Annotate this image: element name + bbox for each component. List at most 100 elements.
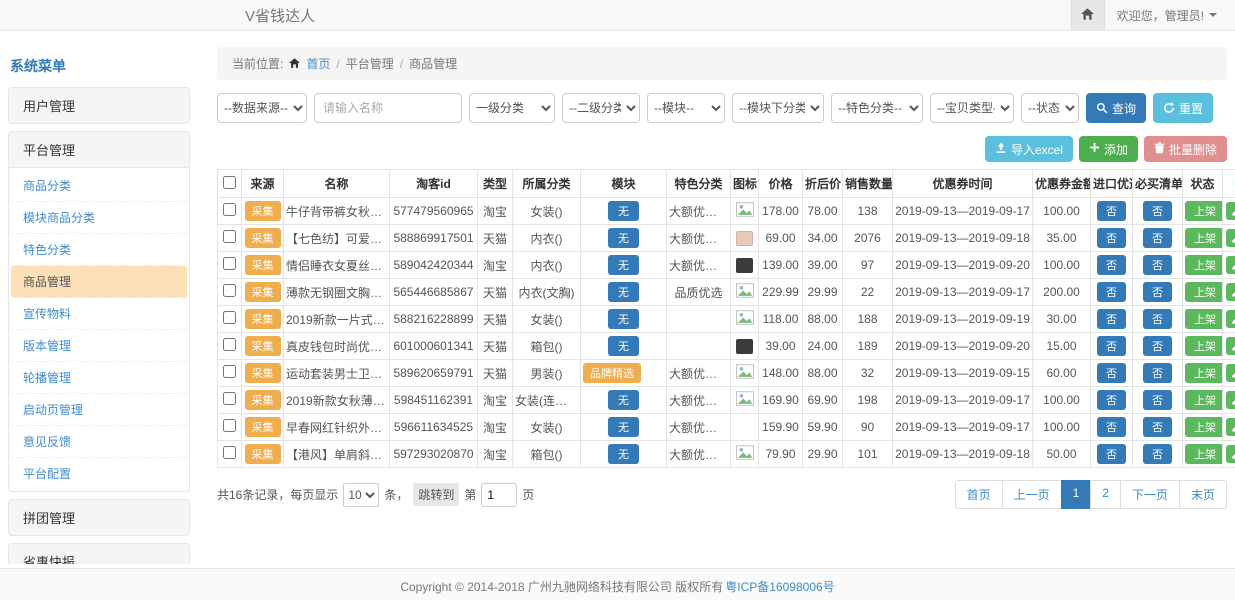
jump-to-button[interactable]: 跳转到 [413,483,459,506]
import-select-toggle[interactable]: 否 [1097,390,1126,410]
sidebar-item-1-5[interactable]: 版本管理 [11,330,187,362]
status-toggle[interactable]: 上架 [1185,201,1223,221]
must-buy-toggle[interactable]: 否 [1143,417,1172,437]
broken-image-icon [736,202,754,217]
page-button-2[interactable]: 1 [1061,480,1092,509]
must-buy-toggle[interactable]: 否 [1143,309,1172,329]
import-select-toggle[interactable]: 否 [1097,417,1126,437]
column-header-7: 图标 [731,170,759,198]
sidebar-item-1-6[interactable]: 轮播管理 [11,362,187,394]
must-buy-toggle[interactable]: 否 [1143,282,1172,302]
import-select-toggle[interactable]: 否 [1097,228,1126,248]
row-checkbox[interactable] [223,284,236,297]
row-checkbox[interactable] [223,338,236,351]
status-toggle[interactable]: 上架 [1185,309,1223,329]
item-type-filter[interactable]: --宝贝类型-- [930,93,1014,123]
sidebar-item-1-3[interactable]: 商品管理 [11,266,187,298]
import-select-toggle[interactable]: 否 [1097,201,1126,221]
feature-category-filter[interactable]: --特色分类-- [831,93,923,123]
status-filter[interactable]: --状态-- [1021,93,1079,123]
sidebar-item-1-8[interactable]: 意见反馈 [11,426,187,458]
row-checkbox[interactable] [223,257,236,270]
edit-button[interactable] [1226,337,1235,355]
module-subcategory-filter[interactable]: --模块下分类-- [732,93,824,123]
status-toggle[interactable]: 上架 [1185,282,1223,302]
edit-button[interactable] [1226,283,1235,301]
page-button-1[interactable]: 上一页 [1002,480,1062,509]
edit-button[interactable] [1226,310,1235,328]
row-checkbox[interactable] [223,419,236,432]
column-header-9: 折后价 [803,170,843,198]
edit-button[interactable] [1226,364,1235,382]
reset-button[interactable]: 重置 [1153,93,1213,123]
sidebar-item-1-0[interactable]: 商品分类 [11,170,187,202]
page-button-0[interactable]: 首页 [955,480,1003,509]
status-toggle[interactable]: 上架 [1185,255,1223,275]
import-excel-button[interactable]: 导入excel [985,136,1073,162]
sidebar-item-1-4[interactable]: 宣传物料 [11,298,187,330]
page-button-3[interactable]: 2 [1090,480,1121,509]
status-toggle[interactable]: 上架 [1185,444,1223,464]
edit-button[interactable] [1226,391,1235,409]
status-toggle[interactable]: 上架 [1185,336,1223,356]
sidebar-section-3[interactable]: 省惠快报 [9,544,189,564]
status-toggle[interactable]: 上架 [1185,417,1223,437]
import-select-toggle[interactable]: 否 [1097,309,1126,329]
level1-category-filter[interactable]: 一级分类 [469,93,555,123]
sidebar-section-2[interactable]: 拼团管理 [9,500,189,535]
import-select-toggle[interactable]: 否 [1097,363,1126,383]
edit-button[interactable] [1226,202,1235,220]
module-filter[interactable]: --模块-- [647,93,725,123]
page-number-input[interactable] [481,483,517,507]
must-buy-toggle[interactable]: 否 [1143,228,1172,248]
must-buy-toggle[interactable]: 否 [1143,444,1172,464]
row-checkbox[interactable] [223,392,236,405]
row-checkbox[interactable] [223,311,236,324]
home-button[interactable] [1071,0,1105,30]
must-buy-toggle[interactable]: 否 [1143,336,1172,356]
must-buy-toggle[interactable]: 否 [1143,201,1172,221]
search-button[interactable]: 查询 [1086,93,1146,123]
coupon-amount: 100.00 [1033,414,1091,441]
must-buy-toggle[interactable]: 否 [1143,390,1172,410]
page-button-5[interactable]: 末页 [1179,480,1227,509]
coupon-amount: 50.00 [1033,441,1091,468]
status-toggle[interactable]: 上架 [1185,363,1223,383]
sidebar-section-0[interactable]: 用户管理 [9,88,189,123]
breadcrumb-home-link[interactable]: 首页 [306,55,330,72]
edit-button[interactable] [1226,418,1235,436]
product-type: 淘宝 [478,387,513,414]
per-page-select[interactable]: 10 [343,483,379,507]
page-button-4[interactable]: 下一页 [1120,480,1180,509]
status-toggle[interactable]: 上架 [1185,228,1223,248]
row-checkbox[interactable] [223,446,236,459]
must-buy-toggle[interactable]: 否 [1143,363,1172,383]
sidebar-item-1-2[interactable]: 特色分类 [11,234,187,266]
sidebar-item-1-9[interactable]: 平台配置 [11,458,187,489]
import-select-toggle[interactable]: 否 [1097,255,1126,275]
import-select-toggle[interactable]: 否 [1097,336,1126,356]
add-button[interactable]: 添加 [1079,136,1138,162]
batch-delete-button[interactable]: 批量删除 [1144,136,1227,162]
sidebar-section-1[interactable]: 平台管理 [9,132,189,167]
must-buy-toggle[interactable]: 否 [1143,255,1172,275]
select-all-checkbox[interactable] [223,176,236,189]
edit-button[interactable] [1226,256,1235,274]
sidebar-item-1-1[interactable]: 模块商品分类 [11,202,187,234]
row-checkbox[interactable] [223,203,236,216]
import-select-toggle[interactable]: 否 [1097,444,1126,464]
table-header-row: 来源名称淘客id类型所属分类模块特色分类图标价格折后价销售数量优惠券时间优惠券金… [218,170,1235,198]
import-select-toggle[interactable]: 否 [1097,282,1126,302]
data-source-filter[interactable]: --数据来源-- [217,93,307,123]
row-checkbox[interactable] [223,365,236,378]
sidebar-item-1-7[interactable]: 启动页管理 [11,394,187,426]
status-cell: 上架 [1183,198,1223,225]
name-search-input[interactable] [314,93,462,123]
icp-link[interactable]: 粤ICP备16098006号 [725,578,834,595]
level2-category-filter[interactable]: --二级分类-- [562,93,640,123]
edit-button[interactable] [1226,229,1235,247]
status-toggle[interactable]: 上架 [1185,390,1223,410]
user-menu[interactable]: 欢迎您，管理员! [1105,7,1235,24]
edit-button[interactable] [1226,445,1235,463]
row-checkbox[interactable] [223,230,236,243]
